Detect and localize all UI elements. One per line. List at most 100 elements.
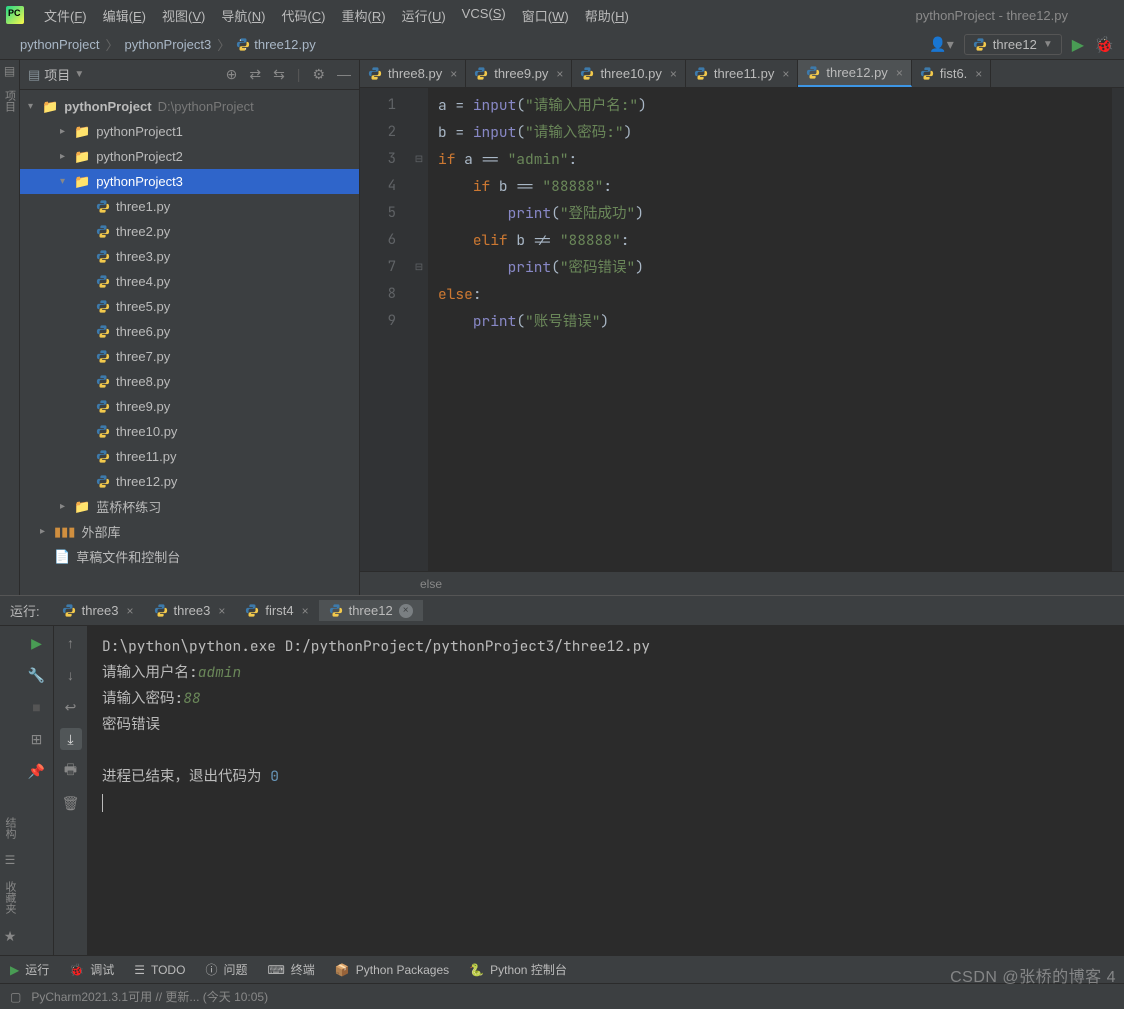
tree-folder[interactable]: ▸📁pythonProject2 bbox=[20, 144, 359, 169]
editor-breadcrumb[interactable]: else bbox=[360, 571, 1124, 595]
python-packages-button[interactable]: 📦Python Packages bbox=[335, 963, 449, 977]
star-icon[interactable]: ★ bbox=[4, 928, 17, 945]
breadcrumb-item[interactable]: three12.py bbox=[254, 37, 315, 52]
project-gutter-label[interactable]: 项目 bbox=[2, 86, 18, 116]
tree-file[interactable]: three8.py bbox=[20, 369, 359, 394]
menu-item[interactable]: VCS(S) bbox=[454, 2, 514, 29]
close-icon[interactable]: × bbox=[450, 67, 457, 81]
tree-root[interactable]: ▾ 📁 pythonProject D:\pythonProject bbox=[20, 94, 359, 119]
arrow-down-icon[interactable]: ↓ bbox=[60, 664, 82, 686]
print-icon[interactable]: 🖶 bbox=[60, 760, 82, 782]
menu-item[interactable]: 代码(C) bbox=[273, 2, 333, 29]
code-editor[interactable]: a = input("请输入用户名:") b = input("请输入密码:")… bbox=[428, 88, 1112, 571]
trash-icon[interactable]: 🗑 bbox=[60, 792, 82, 814]
stop-icon[interactable]: ■ bbox=[26, 696, 48, 718]
pin-icon[interactable]: 📌 bbox=[26, 760, 48, 782]
breadcrumb-item[interactable]: pythonProject3 bbox=[125, 37, 212, 52]
expand-icon[interactable]: ⇄ bbox=[249, 66, 261, 83]
editor-tab[interactable]: three8.py× bbox=[360, 60, 466, 87]
run-tabs-header: 运行: three3×three3×first4×three12× bbox=[0, 596, 1124, 626]
tree-file[interactable]: three5.py bbox=[20, 294, 359, 319]
menu-item[interactable]: 帮助(H) bbox=[577, 2, 637, 29]
menu-item[interactable]: 文件(F) bbox=[36, 2, 95, 29]
menu-item[interactable]: 编辑(E) bbox=[95, 2, 154, 29]
tree-scratch[interactable]: 📄 草稿文件和控制台 bbox=[20, 544, 359, 569]
run-tab[interactable]: three12× bbox=[319, 600, 423, 621]
breadcrumb-item[interactable]: pythonProject bbox=[20, 37, 100, 52]
structure-gutter-label[interactable]: 结构 bbox=[2, 813, 18, 843]
todo-tool-button[interactable]: ☰TODO bbox=[134, 963, 185, 977]
debug-button-icon[interactable]: 🐞 bbox=[1094, 35, 1114, 55]
gear-icon[interactable]: ⚙ bbox=[312, 66, 325, 83]
tree-ext-lib[interactable]: ▸ ▮▮▮ 外部库 bbox=[20, 519, 359, 544]
tree-file[interactable]: three12.py bbox=[20, 469, 359, 494]
menu-item[interactable]: 窗口(W) bbox=[514, 2, 577, 29]
tree-file[interactable]: three9.py bbox=[20, 394, 359, 419]
terminal-tool-button[interactable]: ⌨终端 bbox=[267, 961, 314, 978]
menu-item[interactable]: 重构(R) bbox=[334, 2, 394, 29]
debug-tool-button[interactable]: 🐞调试 bbox=[69, 961, 114, 978]
tree-file[interactable]: three7.py bbox=[20, 344, 359, 369]
scroll-to-end-icon[interactable]: ⤓ bbox=[60, 728, 82, 750]
collapse-icon[interactable]: ⇆ bbox=[273, 66, 285, 83]
problems-tool-button[interactable]: ⓘ问题 bbox=[205, 961, 247, 978]
editor-tab[interactable]: three10.py× bbox=[572, 60, 685, 87]
close-icon[interactable]: × bbox=[896, 66, 903, 80]
tree-file[interactable]: three3.py bbox=[20, 244, 359, 269]
project-gutter-icon[interactable]: ▤ bbox=[4, 64, 15, 78]
fold-end-icon[interactable]: ⊟ bbox=[410, 254, 428, 281]
close-icon[interactable]: × bbox=[670, 67, 677, 81]
run-tab[interactable]: three3× bbox=[144, 600, 236, 621]
close-icon[interactable]: × bbox=[127, 604, 134, 618]
locate-icon[interactable]: ⊕ bbox=[226, 66, 238, 83]
run-label: 运行: bbox=[10, 601, 40, 620]
tree-folder[interactable]: ▸ 📁 蓝桥杯练习 bbox=[20, 494, 359, 519]
run-config-selector[interactable]: three12 ▼ bbox=[964, 34, 1062, 55]
user-icon[interactable]: 👤▾ bbox=[929, 36, 953, 53]
tree-file-label: three3.py bbox=[116, 249, 170, 264]
favorites-gutter-label[interactable]: 收藏夹 bbox=[2, 877, 18, 918]
line-number-gutter: 123456789 bbox=[360, 88, 410, 571]
rerun-icon[interactable]: ▶ bbox=[26, 632, 48, 654]
project-tree[interactable]: ▾ 📁 pythonProject D:\pythonProject ▸📁pyt… bbox=[20, 90, 359, 595]
close-icon[interactable]: × bbox=[218, 604, 225, 618]
error-stripe[interactable] bbox=[1112, 88, 1124, 571]
tree-file[interactable]: three2.py bbox=[20, 219, 359, 244]
run-tab[interactable]: first4× bbox=[235, 600, 318, 621]
status-indicator-icon[interactable]: ▢ bbox=[10, 990, 21, 1004]
run-tab[interactable]: three3× bbox=[52, 600, 144, 621]
editor-tab[interactable]: fist6.× bbox=[912, 60, 991, 87]
chevron-down-icon[interactable]: ▼ bbox=[74, 69, 84, 80]
run-tool-button[interactable]: ▶运行 bbox=[10, 961, 49, 978]
close-icon[interactable]: × bbox=[975, 67, 982, 81]
tree-folder[interactable]: ▾📁pythonProject3 bbox=[20, 169, 359, 194]
tree-file-label: three8.py bbox=[116, 374, 170, 389]
fold-icon[interactable]: ⊟ bbox=[410, 146, 428, 173]
close-icon[interactable]: × bbox=[302, 604, 309, 618]
console-output[interactable]: D:\python\python.exe D:/pythonProject/py… bbox=[88, 626, 1124, 955]
close-icon[interactable]: × bbox=[782, 67, 789, 81]
tree-file[interactable]: three6.py bbox=[20, 319, 359, 344]
layout-icon[interactable]: ⊞ bbox=[26, 728, 48, 750]
close-icon[interactable]: × bbox=[399, 604, 413, 618]
tree-folder[interactable]: ▸📁pythonProject1 bbox=[20, 119, 359, 144]
menu-bar: 文件(F)编辑(E)视图(V)导航(N)代码(C)重构(R)运行(U)VCS(S… bbox=[0, 0, 1124, 30]
tree-file[interactable]: three11.py bbox=[20, 444, 359, 469]
wrench-icon[interactable]: 🔧 bbox=[26, 664, 48, 686]
menu-item[interactable]: 导航(N) bbox=[213, 2, 273, 29]
editor-tab[interactable]: three9.py× bbox=[466, 60, 572, 87]
tree-file[interactable]: three1.py bbox=[20, 194, 359, 219]
minimize-icon[interactable]: — bbox=[337, 66, 351, 83]
structure-icon[interactable]: ☰ bbox=[5, 853, 16, 867]
menu-item[interactable]: 视图(V) bbox=[154, 2, 213, 29]
editor-tab[interactable]: three12.py× bbox=[798, 60, 911, 87]
tree-file[interactable]: three10.py bbox=[20, 419, 359, 444]
arrow-up-icon[interactable]: ↑ bbox=[60, 632, 82, 654]
menu-item[interactable]: 运行(U) bbox=[394, 2, 454, 29]
close-icon[interactable]: × bbox=[556, 67, 563, 81]
soft-wrap-icon[interactable]: ↩ bbox=[60, 696, 82, 718]
python-console-button[interactable]: 🐍Python 控制台 bbox=[469, 961, 567, 978]
run-button-icon[interactable]: ▶ bbox=[1072, 35, 1084, 55]
tree-file[interactable]: three4.py bbox=[20, 269, 359, 294]
editor-tab[interactable]: three11.py× bbox=[686, 60, 798, 87]
